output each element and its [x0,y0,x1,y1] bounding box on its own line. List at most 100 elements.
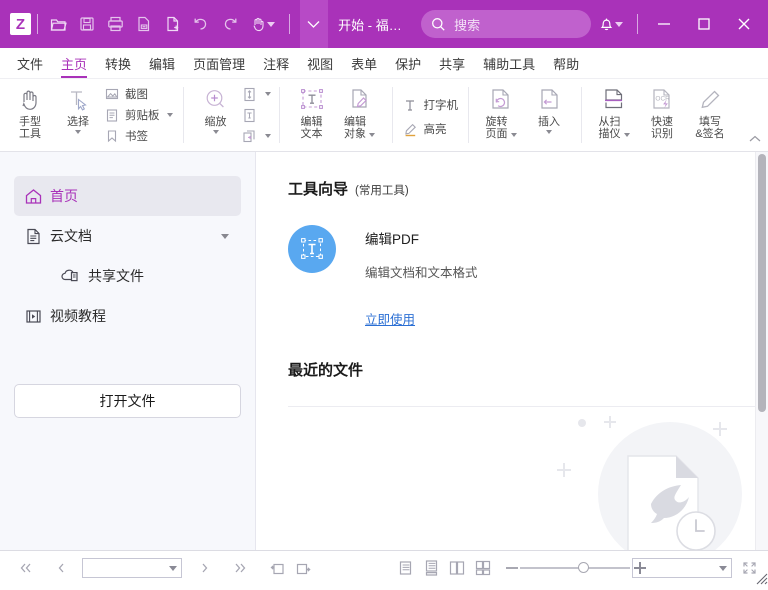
chevron-down-icon[interactable] [213,130,219,134]
fit-page-button[interactable] [240,105,271,126]
from-scanner-button[interactable]: 从扫 描仪 [590,79,638,151]
resize-grip[interactable] [754,571,768,585]
chevron-down-icon[interactable] [265,92,271,96]
sidebar-item-shared-files[interactable]: 共享文件 [14,256,241,296]
menu-item-form[interactable]: 表单 [342,56,386,78]
open-file-icon[interactable] [44,8,73,40]
tools-guide-subtitle: (常用工具) [355,182,409,198]
tool-card-edit-pdf[interactable]: 编辑PDF 编辑文档和文本格式 [288,225,768,281]
menu-item-help[interactable]: 帮助 [544,56,588,78]
search-placeholder: 搜索 [454,15,480,34]
fit-height-button[interactable] [240,84,271,105]
rotate-page-button[interactable]: 旋转 页面 [477,79,525,151]
print-icon[interactable] [101,8,130,40]
single-page-icon[interactable] [392,555,418,581]
save-icon[interactable] [73,8,102,40]
select-tool-button[interactable]: 选择 [54,79,102,151]
sidebar-item-video-tutorial[interactable]: 视频教程 [14,296,241,336]
edit-object-button[interactable]: 编辑 对象 [336,79,384,151]
typewriter-button[interactable]: 打字机 [403,93,459,117]
sidebar-item-home[interactable]: 首页 [14,176,241,216]
zoom-slider-track[interactable] [520,567,630,569]
two-page-continuous-icon[interactable] [470,555,496,581]
edit-object-label: 编辑 对象 [344,116,366,140]
last-page-icon[interactable] [228,555,254,581]
menu-item-file[interactable]: 文件 [8,56,52,78]
menu-item-home[interactable]: 主页 [52,56,96,78]
use-now-link[interactable]: 立即使用 [365,309,415,328]
undo-icon[interactable] [187,8,216,40]
bookmark-button[interactable]: 书签 [104,126,173,147]
insert-button[interactable]: 插入 [525,79,573,151]
vertical-scrollbar[interactable] [755,152,768,550]
menu-item-page-manage[interactable]: 页面管理 [184,56,254,78]
zoom-slider[interactable] [506,562,646,574]
minimize-button[interactable] [644,2,684,46]
fill-and-sign-button[interactable]: 填写 &签名 [686,79,734,151]
save-as-icon[interactable] [130,8,159,40]
menu-item-share[interactable]: 共享 [430,56,474,78]
menu-item-accessibility[interactable]: 辅助工具 [474,56,544,78]
edit-text-label: 编辑 文本 [301,116,323,140]
collapse-ribbon-button[interactable] [748,131,762,149]
edit-text-button[interactable]: 编辑 文本 [288,79,336,151]
rotate-page-icon [488,85,514,115]
zoom-label: 缩放 [205,116,227,128]
recent-files-heading: 最近的文件 [288,359,768,380]
next-view-icon[interactable] [290,555,316,581]
menu-item-view[interactable]: 视图 [298,56,342,78]
new-document-icon[interactable] [159,8,188,40]
document-tab-title[interactable]: 开始 - 福昕... [338,15,409,34]
clipboard-button[interactable]: 剪贴板 [104,105,173,126]
hand-tool-button[interactable]: 手型 工具 [6,79,54,151]
chevron-down-icon[interactable] [624,133,630,137]
zoom-out-icon[interactable] [506,567,518,569]
scrollbar-thumb[interactable] [758,154,766,412]
previous-page-icon[interactable] [48,555,74,581]
previous-view-icon[interactable] [264,555,290,581]
first-page-icon[interactable] [12,555,38,581]
chevron-down-icon[interactable] [511,133,517,137]
screenshot-button[interactable]: 截图 [104,84,173,105]
zoom-button[interactable]: 缩放 [192,79,240,151]
chevron-down-icon[interactable] [169,566,177,571]
chevron-down-icon[interactable] [615,22,623,27]
redo-icon[interactable] [216,8,245,40]
zoom-level-input[interactable] [632,558,732,578]
tool-title: 编辑PDF [365,228,478,248]
divider [37,14,38,34]
close-button[interactable] [724,2,764,46]
page-layout-button[interactable] [240,126,271,147]
continuous-page-icon[interactable] [418,555,444,581]
highlight-button[interactable]: 高亮 [403,117,459,141]
hand-tool-button[interactable] [244,16,282,32]
window-controls [591,2,768,46]
chevron-down-icon[interactable] [167,113,173,117]
search-input[interactable]: 搜索 [421,10,591,38]
menu-item-comment[interactable]: 注释 [254,56,298,78]
menu-item-convert[interactable]: 转换 [96,56,140,78]
page-number-input[interactable] [82,558,182,578]
typewriter-label: 打字机 [424,97,459,113]
zoom-slider-knob[interactable] [578,562,589,573]
notifications-button[interactable] [591,16,631,32]
quick-ocr-button[interactable]: OCR 快速 识别 [638,79,686,151]
maximize-button[interactable] [684,2,724,46]
chevron-down-icon[interactable] [221,234,229,239]
chevron-down-icon[interactable] [719,566,727,571]
chevron-down-icon[interactable] [75,130,81,134]
menu-item-protect[interactable]: 保护 [386,56,430,78]
chevron-down-icon[interactable] [546,130,552,134]
two-page-icon[interactable] [444,555,470,581]
chevron-down-icon[interactable] [265,134,271,138]
tab-dropdown-button[interactable] [300,0,329,48]
sidebar-item-label: 视频教程 [50,306,106,326]
next-page-icon[interactable] [192,555,218,581]
menu-item-edit[interactable]: 编辑 [140,56,184,78]
sidebar-item-cloud-documents[interactable]: 云文档 [14,216,241,256]
open-file-button[interactable]: 打开文件 [14,384,241,418]
chevron-down-icon[interactable] [267,22,275,27]
copy-page-icon [240,129,260,144]
chevron-down-icon[interactable] [369,133,375,137]
zoom-in-icon[interactable] [634,562,646,574]
